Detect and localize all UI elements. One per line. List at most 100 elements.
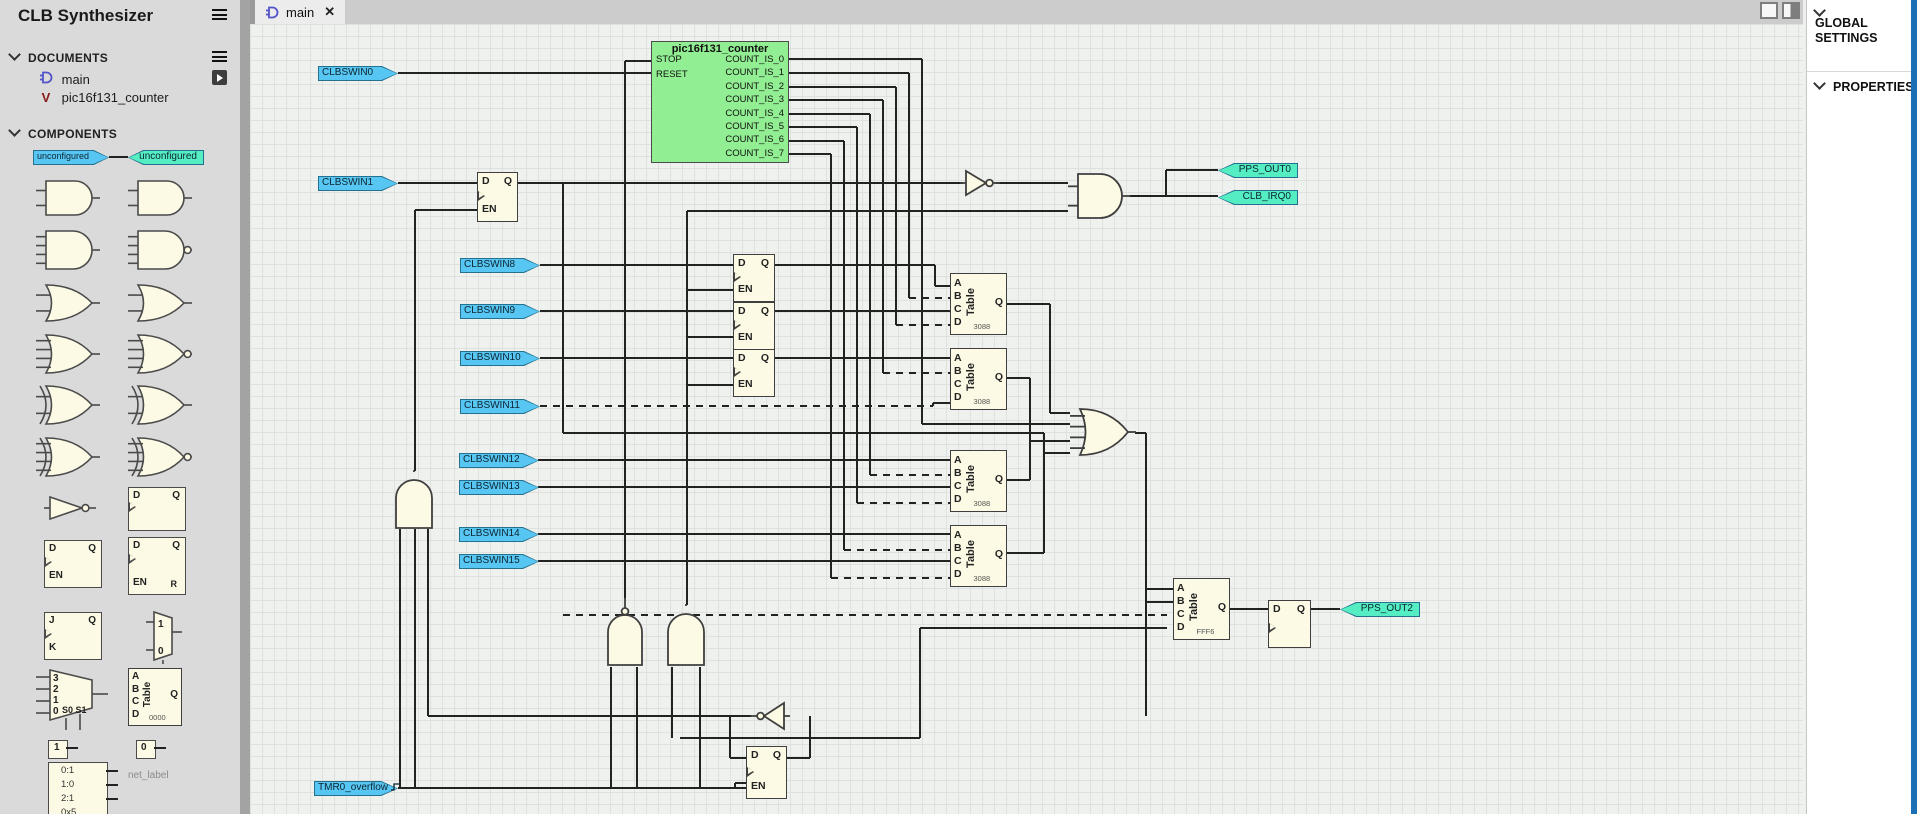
dff-en[interactable]: DQEN (477, 172, 518, 222)
table-port-B: B (954, 542, 962, 554)
close-tab-icon[interactable]: ✕ (324, 4, 335, 20)
palette-not[interactable] (44, 492, 96, 524)
palette-mux2[interactable]: 10 (146, 608, 182, 664)
palette-net-label[interactable]: net_label (128, 770, 169, 781)
input-pin-CLBSWIN9[interactable]: CLBSWIN9 (460, 304, 540, 319)
palette-and4[interactable] (36, 228, 100, 272)
svg-text:3: 3 (53, 673, 59, 684)
palette-nor4[interactable] (128, 332, 192, 376)
palette-dff-en[interactable]: DQEN (44, 540, 102, 588)
palette-dff-en-r[interactable]: DQENR (128, 537, 186, 595)
wire (1030, 440, 1070, 442)
palette-xor2-alt[interactable] (128, 383, 192, 427)
wire (563, 432, 1044, 434)
input-pin-CLBSWIN13[interactable]: CLBSWIN13 (459, 480, 539, 495)
input-pin-CLBSWIN1[interactable]: CLBSWIN1 (318, 176, 398, 191)
single-pane-icon[interactable] (1760, 2, 1778, 19)
components-section-header[interactable]: COMPONENTS (10, 126, 117, 141)
input-pin-CLBSWIN15[interactable]: CLBSWIN15 (459, 554, 539, 569)
wire (540, 357, 733, 359)
input-pin-CLBSWIN10[interactable]: CLBSWIN10 (460, 351, 540, 366)
and2-gate[interactable] (1068, 171, 1130, 221)
inverter-left-gate[interactable] (750, 698, 790, 734)
sidebar-item-pic16f131-counter[interactable]: V pic16f131_counter (38, 90, 169, 105)
input-pin-CLBSWIN14[interactable]: CLBSWIN14 (459, 527, 539, 542)
module-gate-icon (265, 6, 280, 19)
global-settings-header[interactable]: GLOBAL SETTINGS (1815, 16, 1907, 46)
output-pin-PPS_OUT0[interactable]: PPS_OUT0 (1218, 163, 1298, 178)
wire (636, 667, 638, 788)
lookup-table-FFF6[interactable]: ABCDTableQFFF6 (1173, 578, 1230, 640)
table-code: FFF6 (1197, 627, 1215, 636)
inverter-gate[interactable] (960, 166, 1000, 200)
table-port-Q: Q (170, 689, 178, 700)
dff-en[interactable]: DQEN (733, 254, 775, 302)
and3-up-gate[interactable] (390, 470, 438, 530)
lookup-table-3088[interactable]: ABCDTableQ3088 (950, 273, 1007, 335)
run-synthesis-button[interactable] (212, 70, 227, 85)
input-pin-CLBSWIN12[interactable]: CLBSWIN12 (459, 453, 539, 468)
table-port-A: A (132, 671, 139, 682)
palette-mux4[interactable]: 3 2 1 0 S0 S1 (36, 668, 116, 732)
and-up-gate[interactable] (662, 604, 710, 667)
sidebar-item-main[interactable]: main (38, 71, 90, 87)
input-pin-unconfigured[interactable]: unconfigured (33, 150, 109, 165)
wire (831, 577, 950, 579)
properties-header[interactable]: PROPERTIES (1815, 79, 1912, 95)
palette-or2[interactable] (36, 282, 100, 324)
wire (809, 716, 811, 758)
table-title: Table (142, 682, 153, 707)
wire (538, 533, 950, 535)
lookup-table-3088[interactable]: ABCDTableQ3088 (950, 525, 1007, 587)
module-pic16f131-counter[interactable]: pic16f131_counterSTOPRESETCOUNT_IS_0COUN… (651, 41, 789, 163)
palette-xor2[interactable] (36, 383, 100, 427)
palette-and2-alt[interactable] (128, 178, 192, 218)
lookup-table-3088[interactable]: ABCDTableQ3088 (950, 348, 1007, 410)
palette-const-1[interactable]: 1 (48, 740, 68, 759)
palette-table[interactable]: ABCDTableQ0000 (128, 668, 182, 726)
dff[interactable]: DQ (1268, 600, 1311, 648)
sidebar-splitter[interactable] (240, 0, 250, 814)
input-pin-CLBSWIN0[interactable]: CLBSWIN0 (318, 66, 398, 81)
tab-main[interactable]: main ✕ (255, 0, 345, 24)
output-pin-unconfigured[interactable]: unconfigured (128, 150, 204, 165)
wire (1005, 479, 1030, 481)
dff-en[interactable]: DQEN (746, 746, 787, 799)
wire (856, 127, 858, 503)
dff-en[interactable]: DQEN (733, 302, 775, 350)
palette-and2[interactable] (36, 178, 100, 218)
tab-bar: main ✕ (250, 0, 1803, 24)
palette-xnor4[interactable] (128, 435, 192, 479)
tab-label: main (286, 5, 314, 20)
palette-nand4[interactable] (128, 228, 192, 272)
nand-up-gate[interactable] (602, 598, 648, 667)
wire (786, 72, 909, 74)
clock-chevron-icon (734, 320, 741, 330)
documents-menu-icon[interactable] (212, 51, 227, 62)
palette-xor4[interactable] (36, 435, 100, 479)
palette-jkff[interactable]: JQK (44, 612, 102, 660)
split-pane-icon[interactable] (1782, 2, 1800, 19)
output-pin-PPS_OUT2[interactable]: PPS_OUT2 (1340, 602, 1420, 617)
input-pin-CLBSWIN11[interactable]: CLBSWIN11 (460, 399, 540, 414)
input-pin-TMR0_overflow[interactable]: TMR0_overflow (314, 781, 398, 796)
wire (106, 770, 118, 772)
ff-q-label: Q (761, 257, 769, 269)
input-pin-CLBSWIN8[interactable]: CLBSWIN8 (460, 258, 540, 273)
palette-counter[interactable]: 0:11:02:10x5 (48, 762, 108, 814)
palette-dff[interactable]: DQ (128, 487, 186, 531)
documents-section-header[interactable]: DOCUMENTS (10, 50, 108, 65)
table-code: 3088 (974, 397, 991, 406)
lookup-table-3088[interactable]: ABCDTableQ3088 (950, 450, 1007, 512)
palette-const-0[interactable]: 0 (136, 740, 156, 759)
schematic-canvas[interactable]: pic16f131_counterSTOPRESETCOUNT_IS_0COUN… (250, 24, 1803, 814)
sidebar-menu-icon[interactable] (212, 9, 227, 20)
palette-or4[interactable] (36, 332, 100, 376)
wire (786, 58, 922, 60)
dff-en[interactable]: DQEN (733, 349, 775, 397)
palette-or2-alt[interactable] (128, 282, 192, 324)
module-output-COUNT_IS_1: COUNT_IS_1 (725, 67, 784, 78)
ff-q-label: Q (88, 543, 96, 554)
or4-gate[interactable] (1070, 406, 1136, 458)
output-pin-CLB_IRQ0[interactable]: CLB_IRQ0 (1218, 190, 1298, 205)
